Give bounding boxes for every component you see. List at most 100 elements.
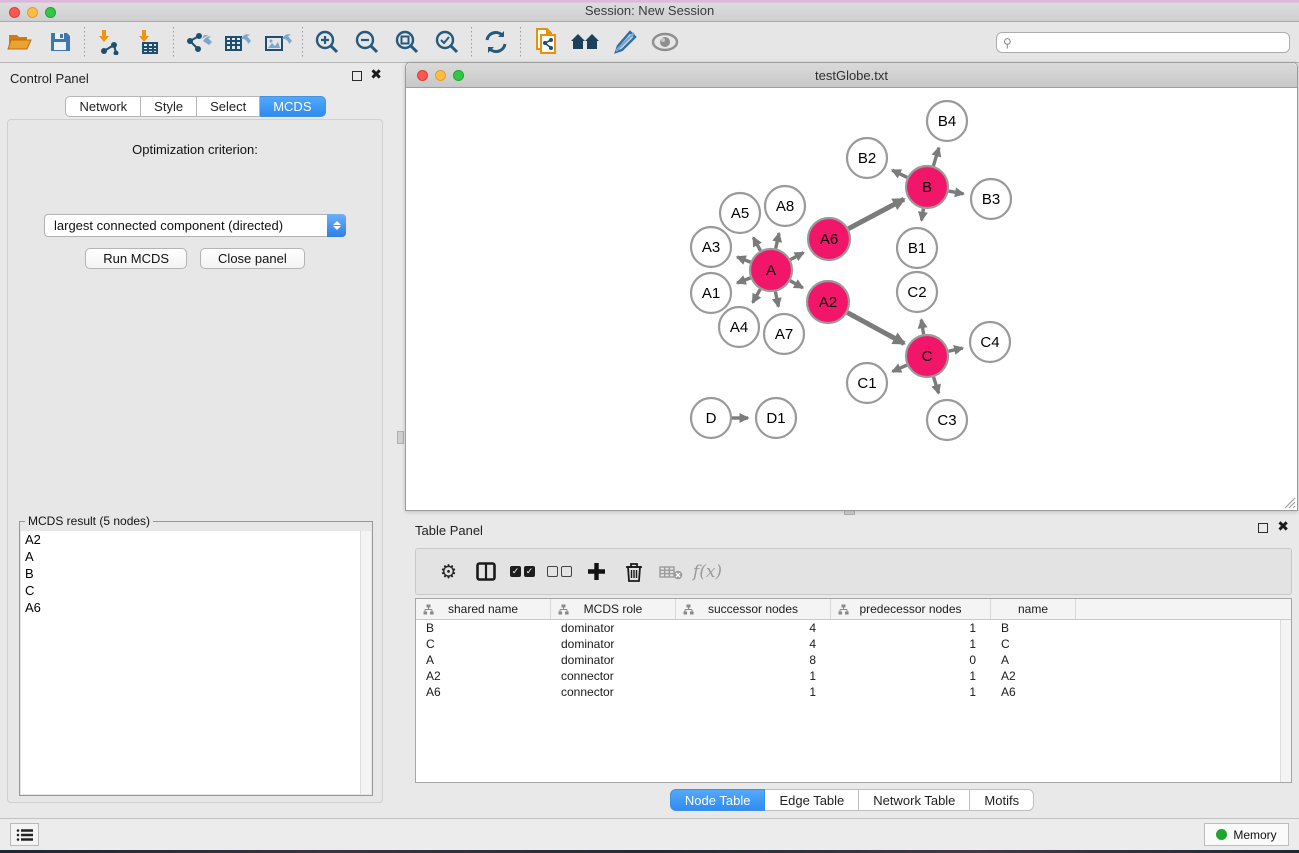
cell-shared_name[interactable]: A bbox=[416, 653, 551, 667]
cell-name[interactable]: A bbox=[991, 653, 1076, 667]
graph-node-B2[interactable]: B2 bbox=[847, 138, 887, 178]
cell-successor[interactable]: 4 bbox=[676, 621, 831, 635]
graph-node-A6[interactable]: A6 bbox=[808, 218, 850, 260]
cell-name[interactable]: A2 bbox=[991, 669, 1076, 683]
open-file-icon[interactable] bbox=[0, 24, 40, 60]
graph-edge-C-C3[interactable] bbox=[934, 377, 939, 393]
cell-predecessor[interactable]: 1 bbox=[831, 685, 991, 699]
column-header-predecessor-nodes[interactable]: predecessor nodes bbox=[831, 599, 991, 619]
float-table-panel-icon[interactable] bbox=[1258, 523, 1268, 535]
graph-node-A5[interactable]: A5 bbox=[720, 193, 760, 233]
mcds-result-item[interactable]: A2 bbox=[21, 531, 371, 548]
export-image-icon[interactable] bbox=[258, 24, 298, 60]
graph-edge-B-B3[interactable] bbox=[949, 191, 964, 194]
resize-grip-icon[interactable] bbox=[1282, 495, 1296, 509]
search-input[interactable] bbox=[1012, 36, 1289, 50]
import-network-icon[interactable] bbox=[89, 24, 129, 60]
hide-annotations-icon[interactable] bbox=[605, 24, 645, 60]
column-header-name[interactable]: name bbox=[991, 599, 1076, 619]
network-canvas[interactable]: B4B2BB3A8A5A6A3B1AA1C2A2A4A7C4CC1DD1C3 bbox=[406, 89, 1297, 510]
graph-node-A3[interactable]: A3 bbox=[691, 227, 731, 267]
graph-edge-A-A1[interactable] bbox=[737, 278, 750, 283]
graph-edge-C-C2[interactable] bbox=[921, 320, 923, 335]
graph-edge-B-B1[interactable] bbox=[922, 209, 924, 221]
graph-node-A2[interactable]: A2 bbox=[807, 281, 849, 323]
tab-motifs[interactable]: Motifs bbox=[970, 789, 1034, 811]
cell-mcds_role[interactable]: connector bbox=[551, 685, 676, 699]
table-row[interactable]: A6connector11A6 bbox=[416, 684, 1291, 700]
close-panel-button[interactable]: Close panel bbox=[200, 248, 305, 269]
mcds-result-list[interactable]: A2ABCA6 bbox=[21, 531, 371, 794]
graph-edge-A-A8[interactable] bbox=[776, 233, 779, 248]
memory-button[interactable]: Memory bbox=[1204, 823, 1289, 846]
tab-style[interactable]: Style bbox=[141, 96, 197, 117]
cell-mcds_role[interactable]: dominator bbox=[551, 637, 676, 651]
graph-node-A4[interactable]: A4 bbox=[719, 307, 759, 347]
table-row[interactable]: A2connector11A2 bbox=[416, 668, 1291, 684]
cell-predecessor[interactable]: 1 bbox=[831, 669, 991, 683]
graph-node-B[interactable]: B bbox=[906, 166, 948, 208]
show-graphics-icon[interactable] bbox=[645, 24, 685, 60]
cell-mcds_role[interactable]: connector bbox=[551, 669, 676, 683]
cell-shared_name[interactable]: C bbox=[416, 637, 551, 651]
graph-edge-A-A2[interactable] bbox=[790, 281, 803, 288]
graph-node-C3[interactable]: C3 bbox=[927, 400, 967, 440]
graph-edge-A-A6[interactable] bbox=[790, 253, 803, 260]
mcds-result-item[interactable]: A6 bbox=[21, 599, 371, 616]
graph-node-C[interactable]: C bbox=[906, 335, 948, 377]
graph-node-C1[interactable]: C1 bbox=[847, 363, 887, 403]
close-panel-icon[interactable]: ✖ bbox=[370, 69, 382, 81]
graph-node-B1[interactable]: B1 bbox=[897, 228, 937, 268]
network-window-titlebar[interactable]: testGlobe.txt bbox=[406, 63, 1297, 88]
task-history-button[interactable] bbox=[10, 823, 39, 846]
graph-node-C4[interactable]: C4 bbox=[970, 322, 1010, 362]
mcds-result-item[interactable]: B bbox=[21, 565, 371, 582]
node-table[interactable]: shared nameMCDS rolesuccessor nodesprede… bbox=[415, 598, 1292, 783]
table-row[interactable]: Cdominator41C bbox=[416, 636, 1291, 652]
graph-node-D[interactable]: D bbox=[691, 398, 731, 438]
column-header-shared-name[interactable]: shared name bbox=[416, 599, 551, 619]
column-header-MCDS-role[interactable]: MCDS role bbox=[551, 599, 676, 619]
graph-edge-C-C1[interactable] bbox=[893, 365, 907, 371]
network-zoom-button[interactable] bbox=[453, 70, 464, 81]
graph-edge-C-C4[interactable] bbox=[948, 348, 962, 351]
graph-edge-A-A7[interactable] bbox=[775, 292, 778, 307]
vertical-splitter-handle[interactable] bbox=[397, 431, 404, 444]
select-all-icon[interactable]: ✓✓ bbox=[504, 566, 541, 577]
deselect-all-icon[interactable] bbox=[541, 566, 578, 577]
save-session-icon[interactable] bbox=[40, 24, 80, 60]
cell-mcds_role[interactable]: dominator bbox=[551, 653, 676, 667]
graph-node-A[interactable]: A bbox=[750, 249, 792, 291]
zoom-selected-icon[interactable] bbox=[427, 24, 467, 60]
graph-edge-A6-B[interactable] bbox=[848, 199, 904, 229]
float-panel-icon[interactable] bbox=[352, 71, 362, 83]
graph-node-B3[interactable]: B3 bbox=[971, 179, 1011, 219]
clone-network-icon[interactable] bbox=[525, 24, 565, 60]
cell-mcds_role[interactable]: dominator bbox=[551, 621, 676, 635]
cell-shared_name[interactable]: A6 bbox=[416, 685, 551, 699]
cell-predecessor[interactable]: 1 bbox=[831, 621, 991, 635]
table-row[interactable]: Bdominator41B bbox=[416, 620, 1291, 636]
search-field[interactable]: ⚲ bbox=[996, 32, 1290, 53]
zoom-fit-icon[interactable] bbox=[387, 24, 427, 60]
refresh-layout-icon[interactable] bbox=[476, 24, 516, 60]
graph-edge-A-A3[interactable] bbox=[737, 257, 750, 262]
export-network-icon[interactable] bbox=[178, 24, 218, 60]
graph-edge-A-A4[interactable] bbox=[753, 289, 761, 302]
graph-node-A7[interactable]: A7 bbox=[764, 314, 804, 354]
graph-edge-B-B4[interactable] bbox=[933, 148, 938, 166]
tab-network-table[interactable]: Network Table bbox=[859, 789, 970, 811]
cell-successor[interactable]: 1 bbox=[676, 669, 831, 683]
run-mcds-button[interactable]: Run MCDS bbox=[85, 248, 187, 269]
tab-select[interactable]: Select bbox=[197, 96, 260, 117]
cell-predecessor[interactable]: 0 bbox=[831, 653, 991, 667]
graph-node-D1[interactable]: D1 bbox=[756, 398, 796, 438]
cell-shared_name[interactable]: B bbox=[416, 621, 551, 635]
tab-mcds[interactable]: MCDS bbox=[260, 96, 325, 117]
zoom-in-icon[interactable] bbox=[307, 24, 347, 60]
graph-node-C2[interactable]: C2 bbox=[897, 272, 937, 312]
network-close-button[interactable] bbox=[417, 70, 428, 81]
zoom-out-icon[interactable] bbox=[347, 24, 387, 60]
columns-icon[interactable] bbox=[467, 562, 504, 581]
delete-icon[interactable] bbox=[615, 562, 652, 582]
